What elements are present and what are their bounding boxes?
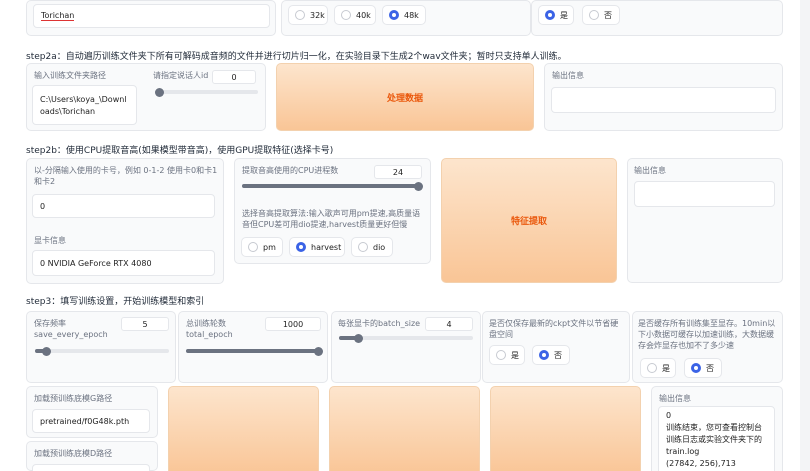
save-latest-option-yes[interactable]: 是 xyxy=(489,345,525,365)
radio-selected-icon xyxy=(539,350,549,360)
cpu-processes-slider[interactable] xyxy=(242,181,423,191)
radio-icon xyxy=(647,363,657,373)
cache-gpu-option-yes[interactable]: 是 xyxy=(640,358,676,378)
slider-thumb[interactable] xyxy=(314,346,323,356)
radio-selected-icon xyxy=(545,10,555,20)
cpu-processes-label: 提取音高使用的CPU进程数 xyxy=(242,166,339,175)
process-data-button[interactable]: 处理数据 xyxy=(276,63,534,131)
pretrained-d-input[interactable] xyxy=(32,464,150,471)
save-frequency-label: 保存频率 save_every_epoch xyxy=(34,319,108,339)
f0-option-harvest[interactable]: harvest xyxy=(289,237,345,257)
save-frequency-input[interactable]: 5 xyxy=(121,317,169,331)
cache-gpu-option-no[interactable]: 否 xyxy=(684,358,722,378)
batch-size-slider[interactable] xyxy=(339,333,473,343)
radio-selected-icon xyxy=(296,242,306,252)
save-latest-option-no[interactable]: 否 xyxy=(532,345,570,365)
pitch-option-yes[interactable]: 是 xyxy=(538,5,574,25)
cpu-processes-input[interactable]: 24 xyxy=(374,165,422,179)
radio-icon xyxy=(341,10,351,20)
page-scrollbar[interactable] xyxy=(800,0,810,471)
cache-gpu-label: 是否缓存所有训练集至显存。10min以下小数据可缓存以加速训练，大数据缓存会炸显… xyxy=(638,319,776,350)
slider-thumb[interactable] xyxy=(354,333,363,343)
pretrained-g-label: 加载预训练底模G路径 xyxy=(34,394,113,403)
batch-size-input[interactable]: 4 xyxy=(425,317,473,331)
pretrained-g-value: pretrained/f0G48k.pth xyxy=(40,416,130,426)
slider-thumb[interactable] xyxy=(414,181,423,191)
gpu-ids-label: 以-分隔输入使用的卡号，例如 0-1-2 使用卡0和卡1和卡2 xyxy=(34,166,218,186)
speaker-id-label: 请指定说话人id xyxy=(153,71,209,80)
experiment-name-value: Torichan xyxy=(41,11,75,21)
extract-features-button[interactable]: 特征提取 xyxy=(441,158,617,283)
sr-option-40k[interactable]: 40k xyxy=(334,5,376,25)
radio-selected-icon xyxy=(691,363,701,373)
slider-thumb[interactable] xyxy=(155,87,164,97)
radio-icon xyxy=(295,10,305,20)
gpu-ids-value: 0 xyxy=(40,201,46,211)
save-latest-label: 是否仅保存最新的ckpt文件以节省硬盘空间 xyxy=(489,319,619,339)
speaker-id-input[interactable]: 0 xyxy=(212,70,256,84)
gpu-info-value: 0 NVIDIA GeForce RTX 4080 xyxy=(40,258,152,268)
total-epoch-input[interactable]: 1000 xyxy=(265,317,321,331)
pitch-option-no[interactable]: 否 xyxy=(582,5,620,25)
folder-path-input[interactable]: C:\Users\koya_\Downloads\Torichan xyxy=(32,85,137,125)
step3-heading: step3：填写训练设置，开始训练模型和索引 xyxy=(26,297,205,307)
total-epoch-label: 总训练轮数 total_epoch xyxy=(186,319,233,339)
radio-selected-icon xyxy=(389,10,399,20)
folder-path-label: 输入训练文件夹路径 xyxy=(34,71,106,80)
folder-path-value: C:\Users\koya_\Downloads\Torichan xyxy=(40,95,127,116)
f0-option-pm[interactable]: pm xyxy=(241,237,283,257)
step2b-output-label: 输出信息 xyxy=(634,166,666,175)
total-epoch-slider[interactable] xyxy=(186,346,323,356)
pretrained-d-label: 加载预训练底模D路径 xyxy=(34,449,113,458)
step2a-output-label: 输出信息 xyxy=(552,71,584,80)
gpu-info-label: 显卡信息 xyxy=(34,236,66,245)
train-index-button[interactable] xyxy=(329,386,480,471)
f0-option-dio[interactable]: dio xyxy=(351,237,393,257)
pretrained-g-input[interactable]: pretrained/f0G48k.pth xyxy=(32,409,150,433)
step2b-output-panel xyxy=(627,158,783,283)
slider-thumb[interactable] xyxy=(42,346,51,356)
speaker-id-slider[interactable] xyxy=(155,87,258,97)
f0-method-label: 选择音高提取算法:输入歌声可用pm提速,高质量语音但CPU差可用dio提速,ha… xyxy=(242,209,421,229)
one-click-train-button[interactable] xyxy=(490,386,641,471)
radio-icon xyxy=(496,350,506,360)
sr-option-32k[interactable]: 32k xyxy=(288,5,328,25)
experiment-name-input[interactable]: Torichan xyxy=(33,4,270,28)
radio-icon xyxy=(589,10,599,20)
radio-icon xyxy=(358,242,368,252)
step3-output-box: 0 训练结束，您可查看控制台训练日志或实验文件夹下的train.log (278… xyxy=(658,406,775,471)
step2b-output-box xyxy=(634,181,775,207)
gpu-info-box: 0 NVIDIA GeForce RTX 4080 xyxy=(32,250,215,276)
step3-output-label: 输出信息 xyxy=(659,394,691,403)
step2a-heading: step2a：自动遍历训练文件夹下所有可解码成音频的文件并进行切片归一化，在实验… xyxy=(26,52,567,62)
save-frequency-slider[interactable] xyxy=(35,346,169,356)
radio-icon xyxy=(248,242,258,252)
step2b-heading: step2b：使用CPU提取音高(如果模型带音高)，使用GPU提取特征(选择卡号… xyxy=(26,146,334,156)
step3-output-text: 0 训练结束，您可查看控制台训练日志或实验文件夹下的train.log (278… xyxy=(666,411,762,468)
sr-option-48k[interactable]: 48k xyxy=(382,5,426,25)
gpu-ids-input[interactable]: 0 xyxy=(32,194,215,218)
step2a-output-box xyxy=(551,87,776,113)
train-model-button[interactable] xyxy=(168,386,319,471)
batch-size-label: 每张显卡的batch_size xyxy=(338,319,421,328)
